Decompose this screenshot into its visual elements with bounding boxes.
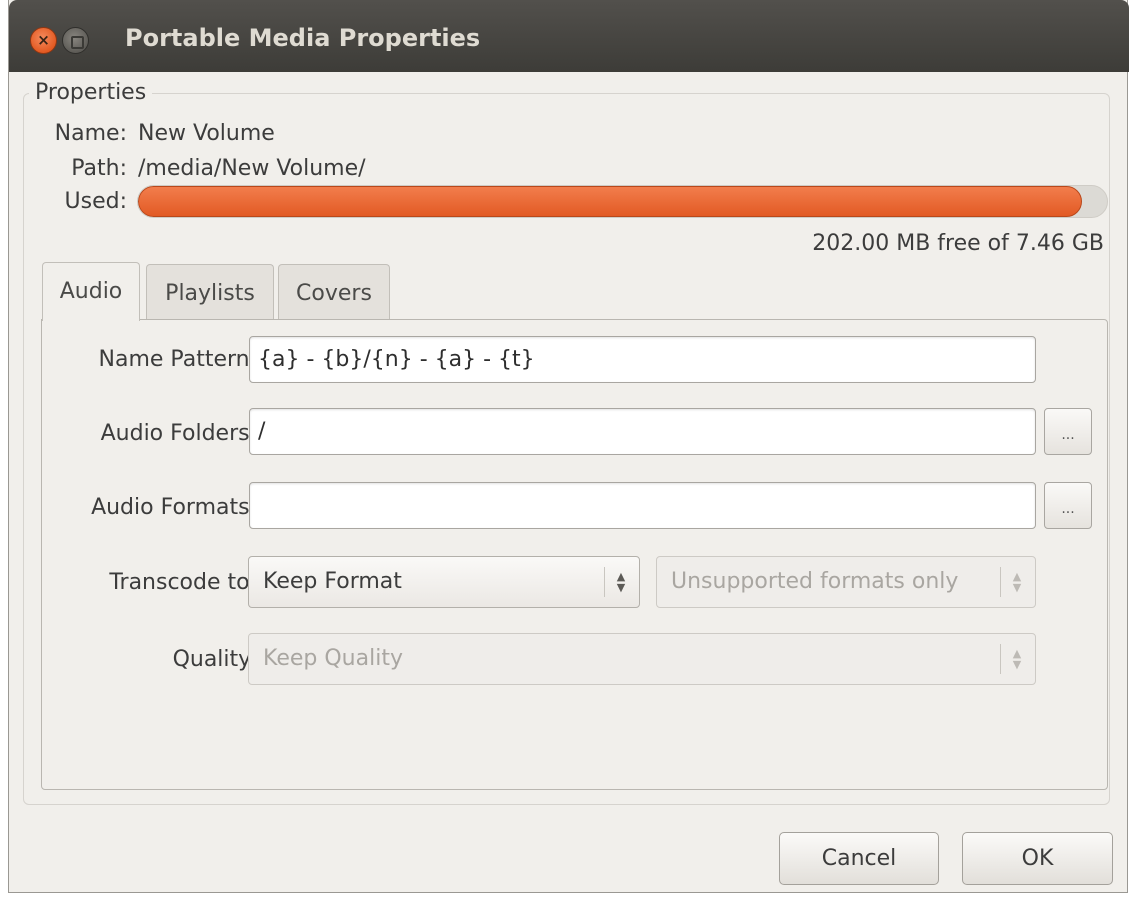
tab-playlists[interactable]: Playlists xyxy=(146,264,274,320)
title-bar[interactable]: × Portable Media Properties xyxy=(9,0,1129,72)
name-pattern-input[interactable]: {a} - {b}/{n} - {a} - {t} xyxy=(249,336,1036,383)
spinner-arrows-icon: ▲ ▼ xyxy=(1009,557,1025,607)
path-value: /media/New Volume/ xyxy=(138,156,366,181)
transcode-condition-value: Unsupported formats only xyxy=(671,569,959,594)
audio-folders-browse-button[interactable]: ... xyxy=(1044,408,1092,455)
audio-formats-browse-button[interactable]: ... xyxy=(1044,482,1092,529)
name-value: New Volume xyxy=(138,121,275,146)
tab-covers[interactable]: Covers xyxy=(278,264,390,320)
spinner-arrows-icon: ▲ ▼ xyxy=(613,557,629,607)
path-label: Path: xyxy=(71,156,127,181)
audio-formats-input[interactable] xyxy=(249,482,1036,529)
name-label: Name: xyxy=(54,121,127,146)
quality-value: Keep Quality xyxy=(263,646,403,671)
name-pattern-label: Name Pattern: xyxy=(98,347,257,372)
tab-audio[interactable]: Audio xyxy=(42,262,140,321)
used-progress-bar xyxy=(137,185,1108,218)
used-label: Used: xyxy=(64,189,127,214)
quality-select[interactable]: Keep Quality ▲ ▼ xyxy=(248,633,1036,685)
chevron-down-icon: ▼ xyxy=(616,581,626,594)
spinner-arrows-icon: ▲ ▼ xyxy=(1009,634,1025,684)
transcode-format-value: Keep Format xyxy=(263,569,402,594)
transcode-format-select[interactable]: Keep Format ▲ ▼ xyxy=(248,556,640,608)
audio-folders-input[interactable]: / xyxy=(249,408,1036,455)
audio-folders-label: Audio Folders: xyxy=(100,421,257,446)
chevron-down-icon: ▼ xyxy=(1012,658,1022,671)
close-icon[interactable]: × xyxy=(30,27,57,54)
audio-tab-panel xyxy=(41,319,1108,790)
audio-formats-label: Audio Formats: xyxy=(91,495,257,520)
properties-group-title: Properties xyxy=(29,80,153,105)
transcode-label: Transcode to: xyxy=(109,570,257,595)
window-title: Portable Media Properties xyxy=(125,24,481,52)
used-progress-fill xyxy=(138,186,1082,217)
chevron-down-icon: ▼ xyxy=(1012,581,1022,594)
combo-separator xyxy=(1000,567,1001,597)
ok-button[interactable]: OK xyxy=(962,832,1113,885)
combo-separator xyxy=(1000,644,1001,674)
combo-separator xyxy=(604,567,605,597)
free-space-text: 202.00 MB free of 7.46 GB xyxy=(812,231,1104,256)
cancel-button[interactable]: Cancel xyxy=(779,832,939,885)
minimize-icon[interactable] xyxy=(62,27,89,54)
quality-label: Quality: xyxy=(172,647,257,672)
transcode-condition-select[interactable]: Unsupported formats only ▲ ▼ xyxy=(656,556,1036,608)
properties-dialog: × Portable Media Properties Properties N… xyxy=(8,0,1129,893)
